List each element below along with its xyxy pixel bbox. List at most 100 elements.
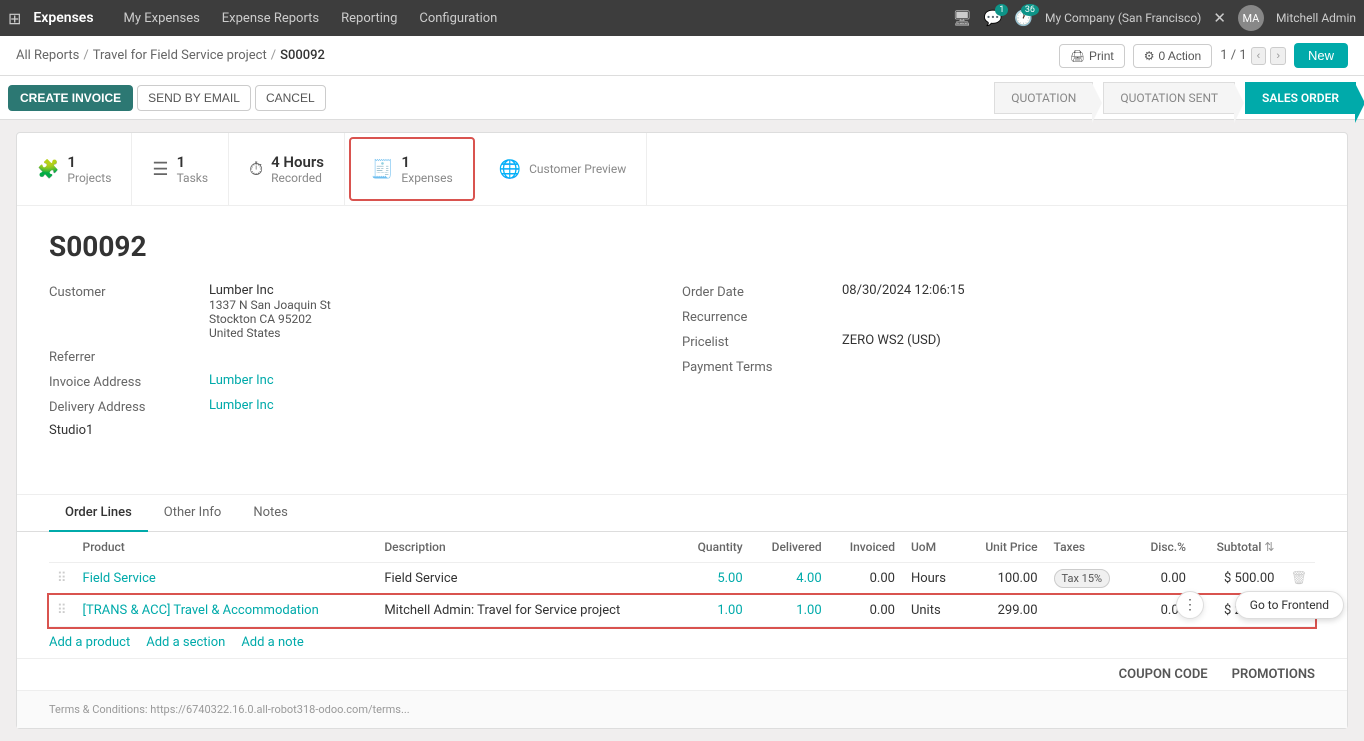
chat-badge: 1 xyxy=(995,4,1008,16)
uom-cell-2: Units xyxy=(903,595,964,627)
drag-handle-1[interactable]: ⠿ xyxy=(49,563,75,595)
tab-notes[interactable]: Notes xyxy=(237,495,304,532)
th-drag xyxy=(49,532,75,563)
clock-icon[interactable]: 🕐 36 xyxy=(1014,9,1033,27)
app-grid-icon[interactable]: ⊞ xyxy=(8,9,21,28)
customer-name[interactable]: Lumber Inc xyxy=(209,283,274,298)
tab-other-info[interactable]: Other Info xyxy=(148,495,238,532)
disc-cell-1: 0.00 xyxy=(1132,563,1194,595)
customer-addr1: 1337 N San Joaquin St xyxy=(209,298,331,312)
projects-smart-btn[interactable]: 🧩 1 Projects xyxy=(17,133,132,205)
update-badge: 36 xyxy=(1021,4,1039,16)
card-footer: Terms & Conditions: https://6740322.16.0… xyxy=(17,690,1347,728)
user-name: Mitchell Admin xyxy=(1276,11,1356,25)
smart-buttons-row: 🧩 1 Projects ☰ 1 Tasks ⏱ 4 Hours Recorde… xyxy=(17,133,1347,206)
next-record-button[interactable]: › xyxy=(1270,47,1286,65)
top-nav-right: 🖥 💬 1 🕐 36 My Company (San Francisco) ✕ … xyxy=(953,5,1356,31)
nav-reporting[interactable]: Reporting xyxy=(331,7,407,30)
description-cell-1: Field Service xyxy=(376,563,677,595)
more-options-button[interactable]: ⋮ xyxy=(1176,591,1204,619)
order-lines-table-wrapper: Product Description Quantity Delivered I… xyxy=(17,532,1347,627)
record-card: 🧩 1 Projects ☰ 1 Tasks ⏱ 4 Hours Recorde… xyxy=(16,132,1348,729)
avatar[interactable]: MA xyxy=(1238,5,1264,31)
go-to-frontend-button[interactable]: Go to Frontend xyxy=(1235,591,1344,619)
invoiced-cell-2: 0.00 xyxy=(830,595,903,627)
promotions-label[interactable]: PROMOTIONS xyxy=(1232,667,1315,682)
tab-order-lines[interactable]: Order Lines xyxy=(49,495,148,532)
pricelist-field: Pricelist ZERO WS2 (USD) xyxy=(682,333,1315,350)
th-taxes: Taxes xyxy=(1046,532,1133,563)
order-date-field: Order Date 08/30/2024 12:06:15 xyxy=(682,283,1315,300)
add-product-link[interactable]: Add a product xyxy=(49,635,130,650)
unit-price-cell-1: 100.00 xyxy=(964,563,1046,595)
status-quotation[interactable]: QUOTATION xyxy=(994,82,1093,114)
table-header-row: Product Description Quantity Delivered I… xyxy=(49,532,1315,563)
print-button[interactable]: 🖨 Print xyxy=(1059,44,1125,68)
unit-price-cell-2: 299.00 xyxy=(964,595,1046,627)
breadcrumb-project[interactable]: Travel for Field Service project xyxy=(93,48,267,63)
recurrence-field: Recurrence xyxy=(682,308,1315,325)
form-body: S00092 Customer Lumber Inc 1337 N San Jo… xyxy=(17,206,1347,486)
recurrence-label: Recurrence xyxy=(682,308,842,325)
table-row-highlighted: ⠿ [TRANS & ACC] Travel & Accommodation M… xyxy=(49,595,1315,627)
delivery-address-value[interactable]: Lumber Inc xyxy=(209,398,274,413)
qty-cell-1[interactable]: 5.00 xyxy=(678,563,751,595)
description-cell-2: Mitchell Admin: Travel for Service proje… xyxy=(376,595,677,627)
monitor-icon[interactable]: 🖥 xyxy=(953,9,972,27)
terms-text: Terms & Conditions: https://6740322.16.0… xyxy=(49,703,410,716)
status-sales-order[interactable]: SALES ORDER xyxy=(1245,82,1356,114)
delivered-cell-2: 1.00 xyxy=(751,595,830,627)
coupon-code-label[interactable]: COUPON CODE xyxy=(1119,667,1208,682)
send-email-button[interactable]: SEND BY EMAIL xyxy=(137,85,251,111)
order-lines-table: Product Description Quantity Delivered I… xyxy=(49,532,1315,627)
th-quantity: Quantity xyxy=(678,532,751,563)
th-uom: UoM xyxy=(903,532,964,563)
order-date-value: 08/30/2024 12:06:15 xyxy=(842,283,965,298)
qty-cell-2[interactable]: 1.00 xyxy=(678,595,751,627)
status-pills: QUOTATION QUOTATION SENT SALES ORDER xyxy=(994,82,1356,114)
product-cell-1[interactable]: Field Service xyxy=(75,563,377,595)
order-section: Order Lines Other Info Notes Product Des… xyxy=(17,494,1347,728)
delivery-address-field: Delivery Address Lumber Inc xyxy=(49,398,682,415)
pricelist-label: Pricelist xyxy=(682,333,842,350)
new-button[interactable]: New xyxy=(1294,43,1348,68)
th-subtotal: Subtotal ⇅ xyxy=(1194,532,1283,563)
invoice-address-value[interactable]: Lumber Inc xyxy=(209,373,274,388)
breadcrumb: All Reports / Travel for Field Service p… xyxy=(16,48,1059,63)
customer-preview-smart-btn[interactable]: 🌐 Customer Preview xyxy=(479,133,648,205)
delete-btn-1[interactable]: 🗑 xyxy=(1282,563,1315,595)
hours-smart-btn[interactable]: ⏱ 4 Hours Recorded xyxy=(229,133,345,205)
payment-terms-field: Payment Terms xyxy=(682,358,1315,375)
breadcrumb-current: S00092 xyxy=(280,48,325,63)
action-button[interactable]: ⚙ 0 Action xyxy=(1133,44,1212,68)
breadcrumb-all-reports[interactable]: All Reports xyxy=(16,48,79,63)
puzzle-icon: 🧩 xyxy=(37,159,59,180)
nav-expense-reports[interactable]: Expense Reports xyxy=(212,7,329,30)
payment-terms-label: Payment Terms xyxy=(682,358,842,375)
create-invoice-button[interactable]: CREATE INVOICE xyxy=(8,85,133,111)
prev-record-button[interactable]: ‹ xyxy=(1251,47,1267,65)
nav-my-expenses[interactable]: My Expenses xyxy=(114,7,210,30)
invoice-address-field: Invoice Address Lumber Inc xyxy=(49,373,682,390)
nav-links: My Expenses Expense Reports Reporting Co… xyxy=(114,7,508,30)
uom-cell-1: Hours xyxy=(903,563,964,595)
add-note-link[interactable]: Add a note xyxy=(241,635,303,650)
product-cell-2[interactable]: [TRANS & ACC] Travel & Accommodation xyxy=(75,595,377,627)
studio-field: Studio1 xyxy=(49,423,682,438)
pricelist-value: ZERO WS2 (USD) xyxy=(842,333,941,348)
nav-configuration[interactable]: Configuration xyxy=(409,7,507,30)
coupon-bar: COUPON CODE PROMOTIONS xyxy=(17,658,1347,690)
th-unit-price: Unit Price xyxy=(964,532,1046,563)
close-session-icon[interactable]: ✕ xyxy=(1213,9,1226,27)
add-section-link[interactable]: Add a section xyxy=(146,635,225,650)
status-quotation-sent[interactable]: QUOTATION SENT xyxy=(1103,82,1235,114)
action-bar: CREATE INVOICE SEND BY EMAIL CANCEL QUOT… xyxy=(0,76,1364,120)
expenses-smart-btn[interactable]: 🧾 1 Expenses xyxy=(349,137,475,201)
cancel-button[interactable]: CANCEL xyxy=(255,85,326,111)
drag-handle-2[interactable]: ⠿ xyxy=(49,595,75,627)
taxes-cell-2 xyxy=(1046,595,1133,627)
tasks-smart-btn[interactable]: ☰ 1 Tasks xyxy=(132,133,229,205)
chat-icon[interactable]: 💬 1 xyxy=(984,9,1003,27)
record-id: S00092 xyxy=(49,230,1315,263)
th-delivered: Delivered xyxy=(751,532,830,563)
